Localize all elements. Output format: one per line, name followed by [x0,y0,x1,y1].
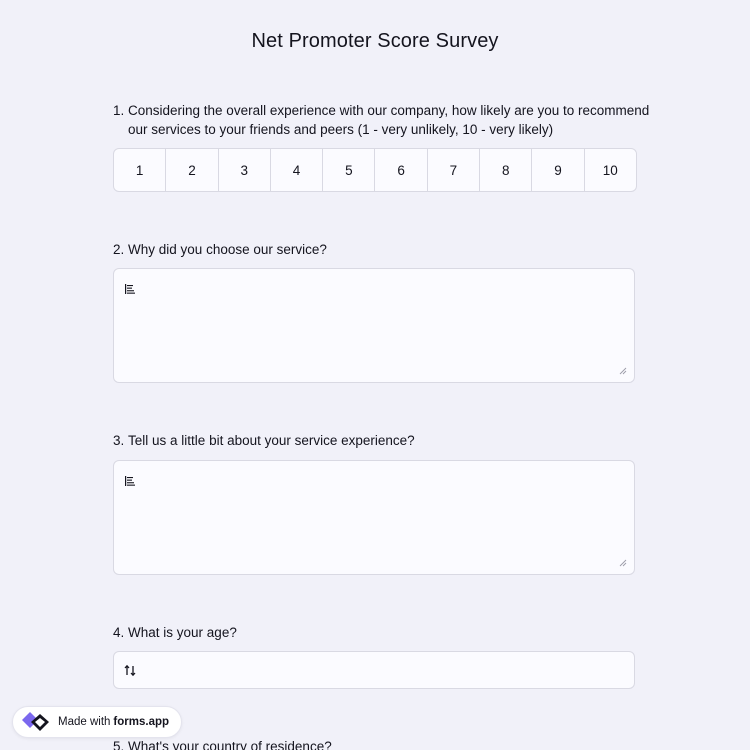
scale-option-10[interactable]: 10 [583,149,636,191]
why-choose-textarea[interactable] [113,268,635,383]
age-input[interactable] [113,651,635,689]
question-number: 5. [113,739,125,750]
question-4-label: 4. What is your age? [113,623,653,642]
question-number: 1. [113,103,125,118]
survey-page: Net Promoter Score Survey 1. Considering… [0,0,750,750]
scale-option-9[interactable]: 9 [531,149,583,191]
question-2-label: 2. Why did you choose our service? [113,240,653,259]
question-number: 4. [113,625,125,640]
text-lines-icon [125,284,135,294]
scale-option-7[interactable]: 7 [426,149,479,191]
question-text: Tell us a little bit about your service … [128,433,415,448]
text-lines-icon [125,476,135,486]
question-number: 3. [113,433,125,448]
question-text: Considering the overall experience with … [128,103,650,137]
question-text: What's your country of residence? [128,739,332,750]
forms-app-logo-icon [22,712,49,731]
scale-option-5[interactable]: 5 [322,149,374,191]
scale-option-2[interactable]: 2 [165,149,217,191]
question-1-label: 1. Considering the overall experience wi… [113,101,653,139]
resize-handle-icon[interactable] [619,367,627,375]
made-with-badge[interactable]: Made with forms.app [12,706,183,738]
nps-scale: 1 2 3 4 5 6 7 8 9 10 [113,148,637,192]
badge-brand: forms.app [113,716,170,728]
question-3-label: 3. Tell us a little bit about your servi… [113,431,653,450]
scale-option-3[interactable]: 3 [217,149,270,191]
page-title: Net Promoter Score Survey [251,30,499,52]
service-experience-textarea[interactable] [113,460,635,575]
scale-option-4[interactable]: 4 [269,149,322,191]
sort-numeric-icon [124,664,136,677]
resize-handle-icon[interactable] [619,559,627,567]
question-text: What is your age? [128,625,237,640]
badge-prefix: Made with [58,716,111,728]
question-number: 2. [113,242,125,257]
question-text: Why did you choose our service? [128,242,327,257]
question-5-label: 5. What's your country of residence? [113,737,653,750]
scale-option-1[interactable]: 1 [114,149,165,191]
scale-option-6[interactable]: 6 [374,149,426,191]
scale-option-8[interactable]: 8 [479,149,531,191]
